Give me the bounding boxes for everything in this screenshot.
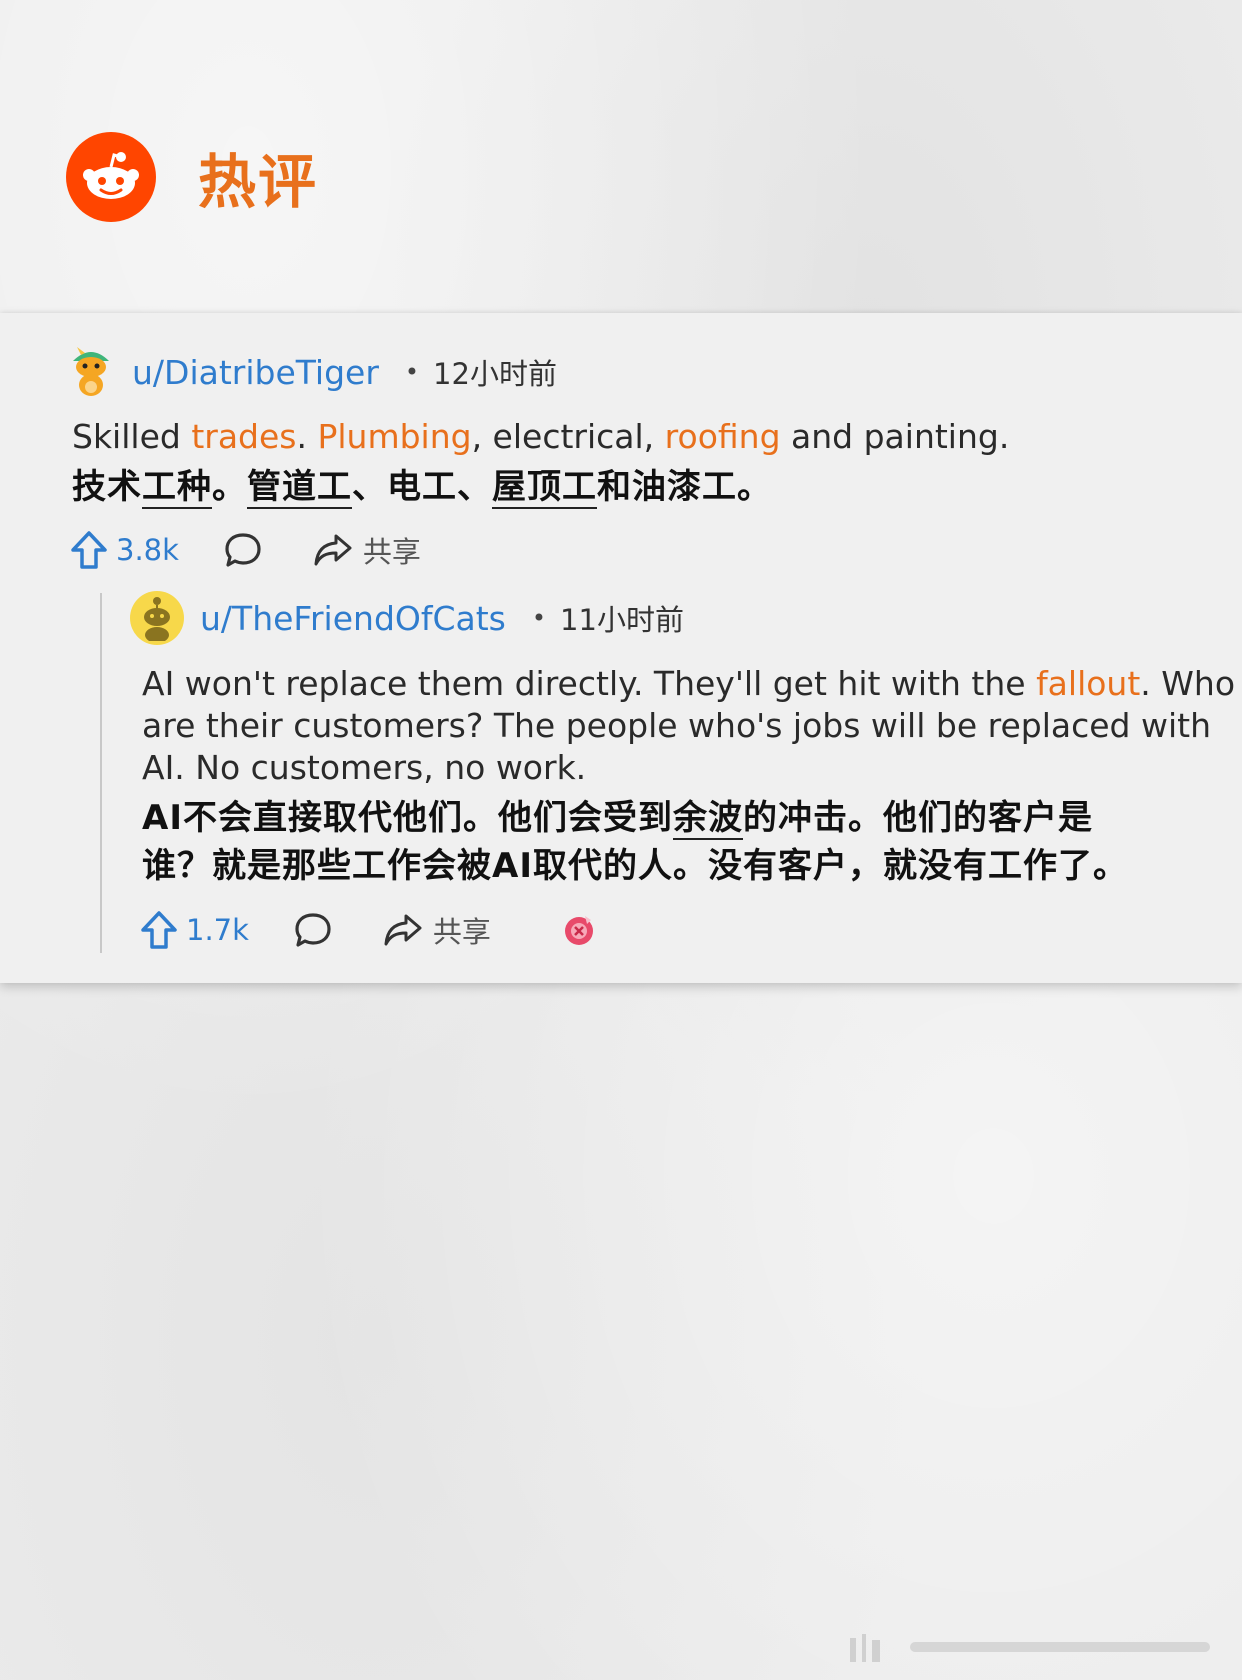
highlight-word[interactable]: roofing (665, 417, 781, 456)
text-line: AI won't replace them directly. They'll … (142, 663, 1235, 705)
user-avatar[interactable] (130, 591, 184, 645)
text-line: AI不会直接取代他们。他们会受到余波的冲击。他们的客户是 (142, 794, 1128, 842)
comment-body-english: Skilled trades. Plumbing, electrical, ro… (72, 416, 1009, 458)
upvote-arrow-icon (141, 911, 177, 949)
award-button[interactable] (561, 912, 597, 948)
username[interactable]: u/TheFriendOfCats (200, 599, 506, 638)
comment-actions: 3.8k 共享 (70, 529, 421, 571)
text: . Who (1140, 664, 1236, 703)
text: AI won't replace them directly. They'll … (142, 664, 1037, 703)
comment-body-chinese: AI不会直接取代他们。他们会受到余波的冲击。他们的客户是 谁？就是那些工作会被A… (142, 794, 1128, 890)
thread-line[interactable] (100, 593, 102, 953)
text: . (296, 417, 318, 456)
text: and painting. (780, 417, 1010, 456)
share-arrow-icon (314, 534, 352, 566)
highlight-word[interactable]: Plumbing (317, 417, 471, 456)
share-arrow-icon (384, 914, 422, 946)
comment-bubble-icon (295, 913, 331, 947)
username[interactable]: u/DiatribeTiger (132, 353, 379, 392)
upvote-button[interactable]: 3.8k (70, 530, 179, 570)
text-line: are their customers? The people who's jo… (142, 706, 1211, 745)
award-icon (564, 916, 593, 945)
comment-bubble-icon (225, 533, 261, 567)
text: 。 (212, 467, 247, 507)
underlined-term: 工种 (142, 467, 212, 509)
comment-body-chinese: 技术工种。管道工、电工、屋顶工和油漆工。 (72, 463, 772, 511)
timestamp: 11小时前 (560, 603, 684, 637)
watermark-icon (850, 1634, 1210, 1662)
page-title: 热评 (198, 148, 319, 216)
share-button[interactable]: 共享 (383, 909, 491, 951)
text-line: 谁？就是那些工作会被AI取代的人。没有客户，就没有工作了。 (142, 846, 1128, 886)
text: , electrical, (471, 417, 665, 456)
text: 和油漆工。 (597, 467, 772, 507)
timestamp: 12小时前 (433, 357, 557, 391)
text: 技术 (72, 467, 142, 507)
reply-button[interactable] (293, 911, 333, 949)
underlined-term: 屋顶工 (492, 467, 597, 509)
share-button[interactable]: 共享 (313, 529, 421, 571)
reply-button[interactable] (223, 531, 263, 569)
user-avatar[interactable] (64, 345, 118, 399)
text-line: AI. No customers, no work. (142, 748, 587, 787)
share-label: 共享 (432, 915, 491, 949)
page-header: 热评 (66, 132, 318, 222)
text: AI不会直接取代他们。他们会受到 (142, 798, 673, 838)
comment-header: u/DiatribeTiger • 12小时前 (64, 345, 557, 399)
highlight-word[interactable]: trades (191, 417, 296, 456)
upvote-count: 3.8k (116, 533, 179, 567)
text: 的冲击。他们的客户是 (742, 798, 1093, 838)
upvote-count: 1.7k (186, 913, 249, 947)
highlight-word[interactable]: fallout (1036, 664, 1140, 703)
separator-dot: • (404, 358, 420, 386)
text: 、电工、 (352, 467, 492, 507)
comment-header: u/TheFriendOfCats • 11小时前 (130, 591, 684, 645)
reddit-logo-icon (66, 132, 156, 222)
upvote-button[interactable]: 1.7k (140, 910, 249, 950)
upvote-arrow-icon (71, 531, 107, 569)
comment-actions: 1.7k 共享 (140, 909, 597, 951)
comment-card: u/DiatribeTiger • 12小时前 Skilled trades. … (0, 313, 1242, 983)
underlined-term: 余波 (672, 798, 743, 840)
separator-dot: • (531, 604, 547, 632)
share-label: 共享 (362, 535, 421, 569)
comment-body-english: AI won't replace them directly. They'll … (142, 663, 1235, 789)
underlined-term: 管道工 (247, 467, 352, 509)
text: Skilled (72, 417, 192, 456)
